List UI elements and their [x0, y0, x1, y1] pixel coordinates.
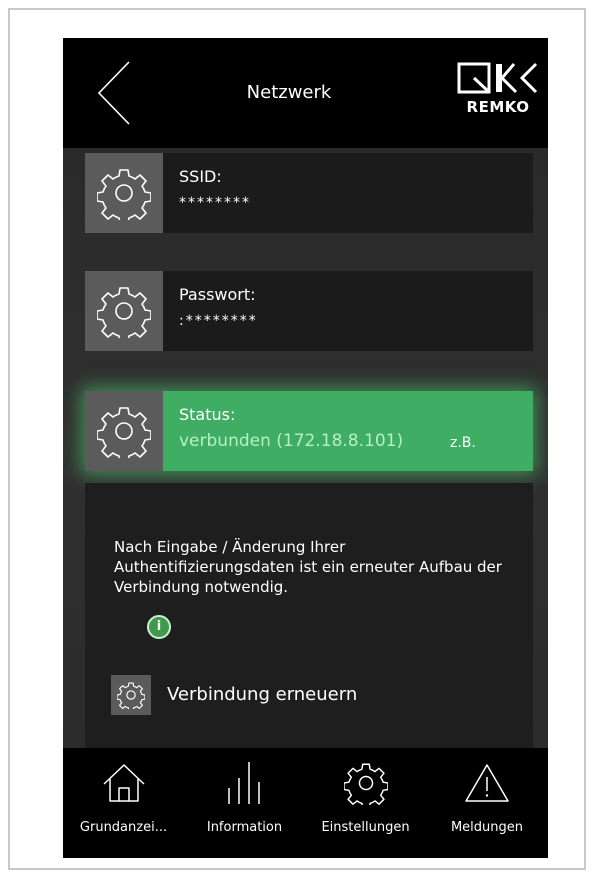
header-bar: Netzwerk REMKO: [63, 38, 548, 148]
status-row[interactable]: Status: verbunden (172.18.8.101) z.B.: [85, 391, 533, 471]
gear-icon: [97, 287, 151, 338]
info-panel: Nach Eingabe / Änderung Ihrer Authentifi…: [85, 483, 533, 748]
ssid-row[interactable]: SSID: ********: [85, 153, 533, 233]
logo-mark-icon: [457, 62, 538, 94]
ssid-icon-box: [85, 153, 163, 233]
renew-icon-box: [111, 675, 151, 715]
status-label: Status:: [179, 405, 236, 424]
gear-icon: [343, 763, 388, 805]
page-title: Netzwerk: [246, 82, 332, 103]
status-value: verbunden (172.18.8.101): [179, 431, 404, 451]
gear-icon: [97, 407, 151, 458]
password-label: Passwort:: [179, 285, 256, 304]
password-icon-box: [85, 271, 163, 351]
nav-label-meldungen: Meldungen: [450, 820, 524, 835]
home-icon: [102, 764, 145, 802]
remko-logo: REMKO: [456, 62, 540, 122]
nav-information[interactable]: Information: [184, 748, 305, 858]
gear-icon: [97, 169, 151, 220]
nav-label-information: Information: [206, 820, 283, 835]
nav-label-einstellungen: Einstellungen: [321, 820, 410, 835]
warning-icon: [465, 764, 509, 802]
renew-connection-label: Verbindung erneuern: [167, 684, 358, 705]
renew-connection-button[interactable]: Verbindung erneuern: [111, 675, 411, 715]
gear-icon: [117, 682, 145, 709]
password-value: :********: [179, 313, 258, 329]
nav-einstellungen[interactable]: Einstellungen: [305, 748, 426, 858]
logo-text: REMKO: [466, 98, 530, 116]
info-icon[interactable]: i: [147, 615, 171, 639]
nav-label-grundanzeige: Grundanzei...: [79, 820, 168, 835]
nav-gear-icon-wrap: [305, 760, 426, 806]
password-row[interactable]: Passwort: :********: [85, 271, 533, 351]
bottom-navigation: Grundanzei... Information Einstellungen …: [63, 748, 548, 858]
status-example-note: z.B.: [450, 435, 476, 451]
nav-warning-icon-wrap: [426, 760, 548, 806]
app-screen: Netzwerk REMKO SSID: ******** Passwort: …: [63, 38, 548, 858]
nav-home-icon-wrap: [63, 760, 184, 806]
nav-bars-icon-wrap: [184, 760, 305, 806]
status-icon-box: [85, 391, 163, 471]
bars-icon: [227, 762, 260, 804]
nav-meldungen[interactable]: Meldungen: [426, 748, 548, 858]
nav-grundanzeige[interactable]: Grundanzei...: [63, 748, 184, 858]
settings-content: SSID: ******** Passwort: :******** Statu…: [63, 148, 548, 748]
ssid-value: ********: [179, 195, 251, 211]
ssid-label: SSID:: [179, 167, 222, 186]
info-text: Nach Eingabe / Änderung Ihrer Authentifi…: [114, 538, 502, 596]
